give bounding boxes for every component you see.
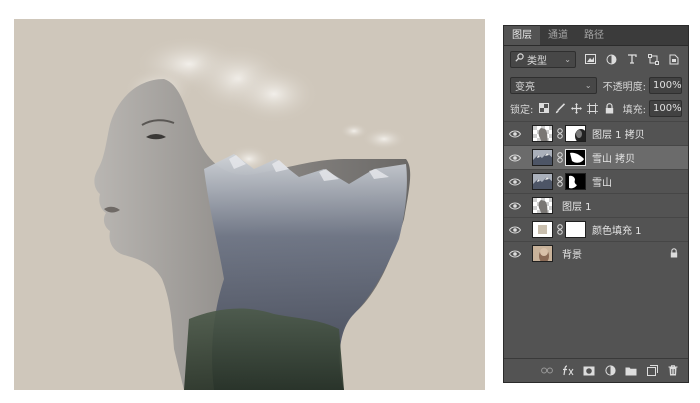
lock-row: 锁定: 填充: 100% (504, 98, 688, 118)
panel-tabs: 图层 通道 路径 (504, 26, 688, 46)
tab-layers[interactable]: 图层 (504, 26, 540, 45)
link-layers-icon[interactable] (540, 364, 554, 378)
lock-label: 锁定: (510, 104, 534, 116)
layer-mask-thumbnail[interactable] (565, 173, 586, 190)
fill-color-thumbnail[interactable] (532, 221, 553, 238)
layer-mask-thumbnail[interactable] (565, 149, 586, 166)
filter-kind-label: 类型 (527, 55, 547, 67)
adjustment-filter-icon[interactable] (604, 52, 618, 66)
layers-list: 图层 1 拷贝 雪山 拷贝 雪山 图层 1 颜色填充 1 背景 (504, 121, 688, 265)
blend-row: 变亮 ⌄ 不透明度: 100% (504, 75, 688, 95)
eye-icon[interactable] (504, 226, 526, 234)
layer-mask-thumbnail[interactable] (565, 221, 586, 238)
layer-name[interactable]: 图层 1 拷贝 (592, 126, 645, 141)
new-group-icon[interactable] (624, 364, 638, 378)
eye-icon[interactable] (504, 250, 526, 258)
layer-thumbnail[interactable] (532, 245, 553, 262)
filter-kind-dropdown[interactable]: 类型 ⌄ (510, 50, 576, 68)
lock-image-pixels-icon[interactable] (555, 102, 566, 115)
adjustment-layer-icon[interactable] (603, 364, 617, 378)
add-mask-icon[interactable] (582, 364, 596, 378)
chevron-down-icon: ⌄ (564, 54, 571, 64)
layer-row[interactable]: 颜色填充 1 (504, 217, 688, 241)
lock-artboard-icon[interactable] (587, 102, 599, 115)
image-filter-icon[interactable] (583, 52, 597, 66)
layer-row[interactable]: 图层 1 拷贝 (504, 121, 688, 145)
lock-position-icon[interactable] (571, 102, 582, 115)
layer-name[interactable]: 雪山 拷贝 (592, 150, 635, 165)
eye-icon[interactable] (504, 202, 526, 210)
link-mask-icon[interactable] (555, 128, 565, 139)
delete-layer-icon[interactable] (666, 364, 680, 378)
eye-icon[interactable] (504, 154, 526, 162)
opacity-label: 不透明度: (602, 81, 646, 93)
layer-mask-thumbnail[interactable] (565, 125, 586, 142)
link-mask-icon[interactable] (555, 224, 565, 235)
fill-label: 填充: (622, 104, 646, 116)
fx-icon[interactable] (561, 364, 575, 378)
layer-thumbnail[interactable] (532, 197, 553, 214)
layer-filter-row: 类型 ⌄ (504, 49, 688, 69)
lock-all-icon[interactable] (603, 102, 614, 115)
layer-row[interactable]: 图层 1 (504, 193, 688, 217)
link-mask-icon[interactable] (555, 176, 565, 187)
tab-channels[interactable]: 通道 (540, 26, 576, 45)
chevron-down-icon: ⌄ (584, 80, 592, 90)
blend-mode-dropdown[interactable]: 变亮 ⌄ (510, 76, 597, 94)
layer-thumbnail[interactable] (532, 149, 553, 166)
fill-field[interactable]: 100% (649, 99, 682, 117)
type-filter-icon[interactable] (625, 52, 639, 66)
layer-row[interactable]: 雪山 (504, 169, 688, 193)
layer-name[interactable]: 背景 (562, 246, 582, 261)
search-icon (515, 53, 524, 65)
layer-name[interactable]: 雪山 (592, 174, 612, 189)
lock-icon[interactable] (670, 248, 678, 261)
smart-object-filter-icon[interactable] (667, 52, 681, 66)
link-mask-icon[interactable] (555, 152, 565, 163)
blend-mode-value: 变亮 (515, 81, 535, 93)
layer-thumbnail[interactable] (532, 173, 553, 190)
layers-panel: 图层 通道 路径 类型 ⌄ 变亮 ⌄ 不透明度: 100% 锁定: 填充: 10… (503, 25, 689, 383)
document-canvas[interactable] (14, 19, 485, 390)
shape-filter-icon[interactable] (646, 52, 660, 66)
lock-transparent-pixels-icon[interactable] (538, 102, 549, 115)
layer-row[interactable]: 雪山 拷贝 (504, 145, 688, 169)
layer-name[interactable]: 图层 1 (562, 198, 592, 213)
layer-thumbnail[interactable] (532, 125, 553, 142)
panel-footer (504, 358, 688, 382)
opacity-field[interactable]: 100% (649, 76, 682, 94)
layer-name[interactable]: 颜色填充 1 (592, 222, 642, 237)
new-layer-icon[interactable] (645, 364, 659, 378)
double-exposure-artwork (94, 36, 411, 390)
eye-icon[interactable] (504, 178, 526, 186)
tab-paths[interactable]: 路径 (576, 26, 612, 45)
layer-row[interactable]: 背景 (504, 241, 688, 265)
eye-icon[interactable] (504, 130, 526, 138)
